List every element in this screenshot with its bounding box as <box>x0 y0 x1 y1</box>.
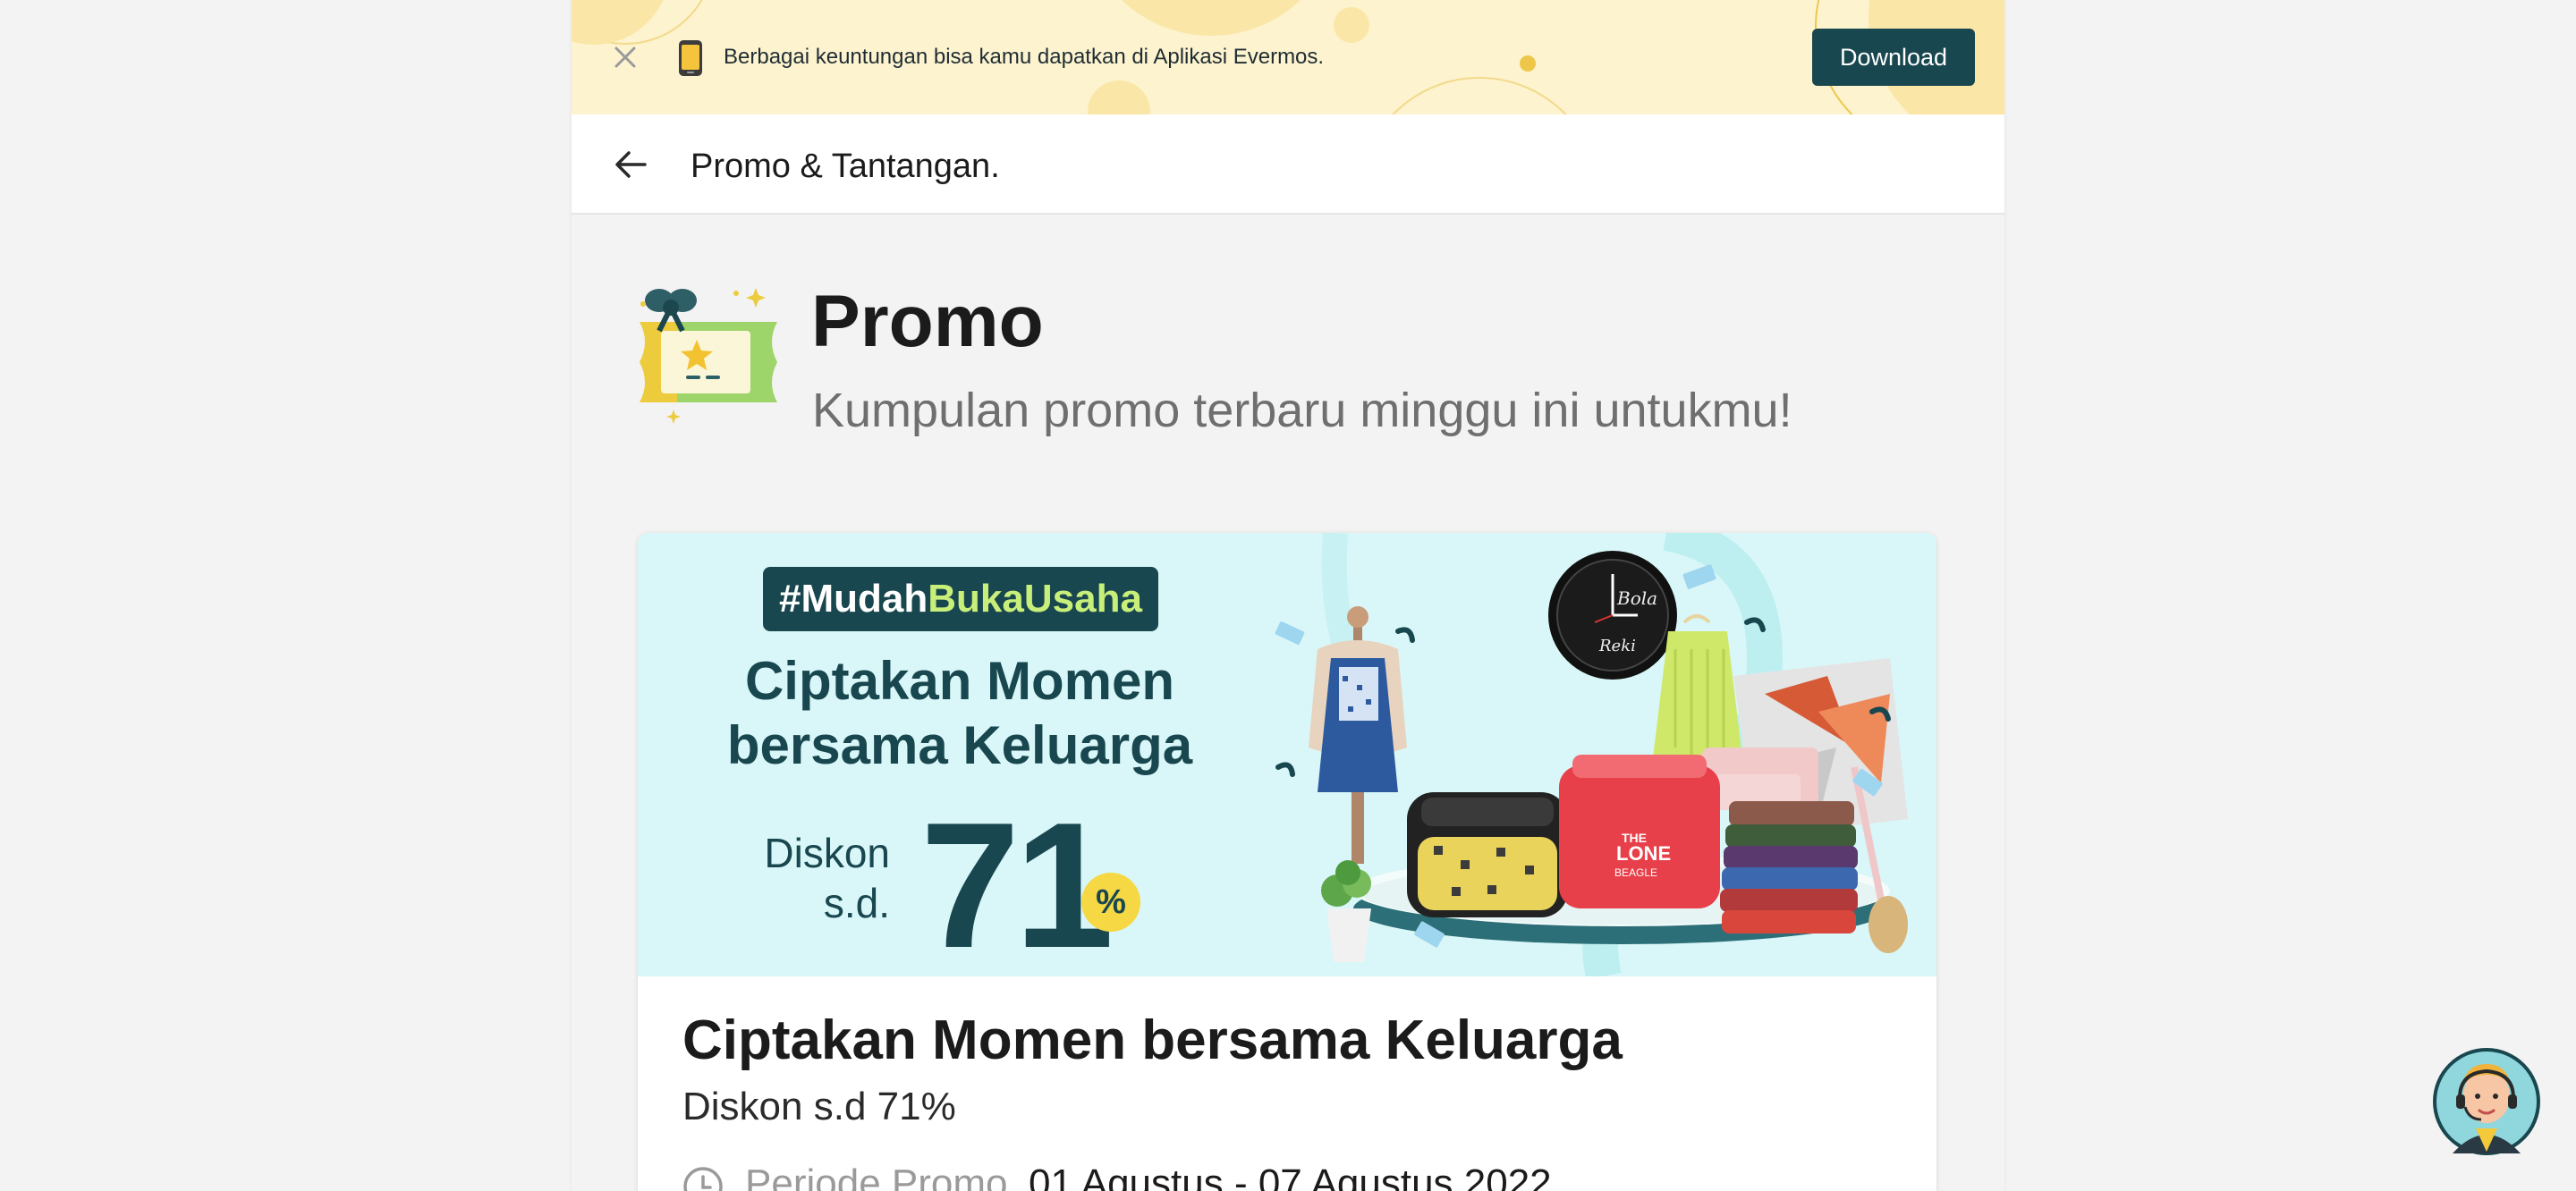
app-download-banner: Berbagai keuntungan bisa kamu dapatkan d… <box>572 0 2004 114</box>
page-title: Promo & Tantangan. <box>691 148 1000 185</box>
banner-discount-line2: s.d. <box>823 880 890 926</box>
banner-discount-number: 71 <box>920 786 1114 977</box>
close-icon[interactable] <box>609 41 641 73</box>
gift-voucher-icon <box>632 277 784 429</box>
hashtag-highlight: BukaUsaha <box>928 577 1142 621</box>
hashtag-prefix: #Mudah <box>779 577 928 621</box>
case-text-bottom: BEAGLE <box>1614 866 1657 879</box>
hashtag-badge: #Mudah BukaUsaha <box>763 567 1158 631</box>
banner-headline: Ciptakan Momen bersama Keluarga <box>700 649 1219 778</box>
banner-percent-badge: % <box>1081 873 1140 932</box>
arrow-left-icon[interactable] <box>611 145 650 184</box>
clock-text-top: Bola <box>1616 587 1657 609</box>
decor-circle <box>1359 77 1600 114</box>
clock-icon <box>682 1166 724 1191</box>
decor-dot <box>1520 55 1536 72</box>
promo-card-title: Ciptakan Momen bersama Keluarga <box>682 1009 1623 1071</box>
decor-dot <box>1088 80 1150 114</box>
phone-icon <box>677 39 704 77</box>
promo-card-subtitle: Diskon s.d 71% <box>682 1085 956 1128</box>
decor-circle <box>1081 0 1341 36</box>
download-banner-message: Berbagai keuntungan bisa kamu dapatkan d… <box>724 45 1325 69</box>
page-header: Promo & Tantangan. <box>572 114 2004 215</box>
banner-headline-line1: Ciptakan Momen <box>744 651 1175 711</box>
banner-discount-label: Diskon s.d. <box>756 828 890 928</box>
promo-banner-image: #Mudah BukaUsaha Ciptakan Momen bersama K… <box>638 533 1936 976</box>
download-app-button[interactable]: Download <box>1812 29 1975 86</box>
promo-period-label: Periode Promo <box>745 1161 1008 1191</box>
case-text-mid: LONE <box>1616 842 1671 865</box>
customer-service-avatar-icon[interactable] <box>2431 1046 2542 1157</box>
section-title: Promo <box>811 281 1044 362</box>
decor-dot <box>1334 7 1369 43</box>
mobile-web-container: Berbagai keuntungan bisa kamu dapatkan d… <box>572 0 2004 1191</box>
banner-headline-line2: bersama Keluarga <box>726 715 1193 775</box>
promo-card[interactable]: #Mudah BukaUsaha Ciptakan Momen bersama K… <box>638 533 1936 1191</box>
products-illustration: Bola Reki THE LONE BEAGLE <box>1264 533 1936 976</box>
promo-period-value: 01 Agustus - 07 Agustus 2022 <box>1029 1161 1552 1191</box>
section-subtitle: Kumpulan promo terbaru minggu ini untukm… <box>812 384 1792 437</box>
clock-text-bottom: Reki <box>1598 637 1636 655</box>
banner-discount-line1: Diskon <box>764 830 890 876</box>
